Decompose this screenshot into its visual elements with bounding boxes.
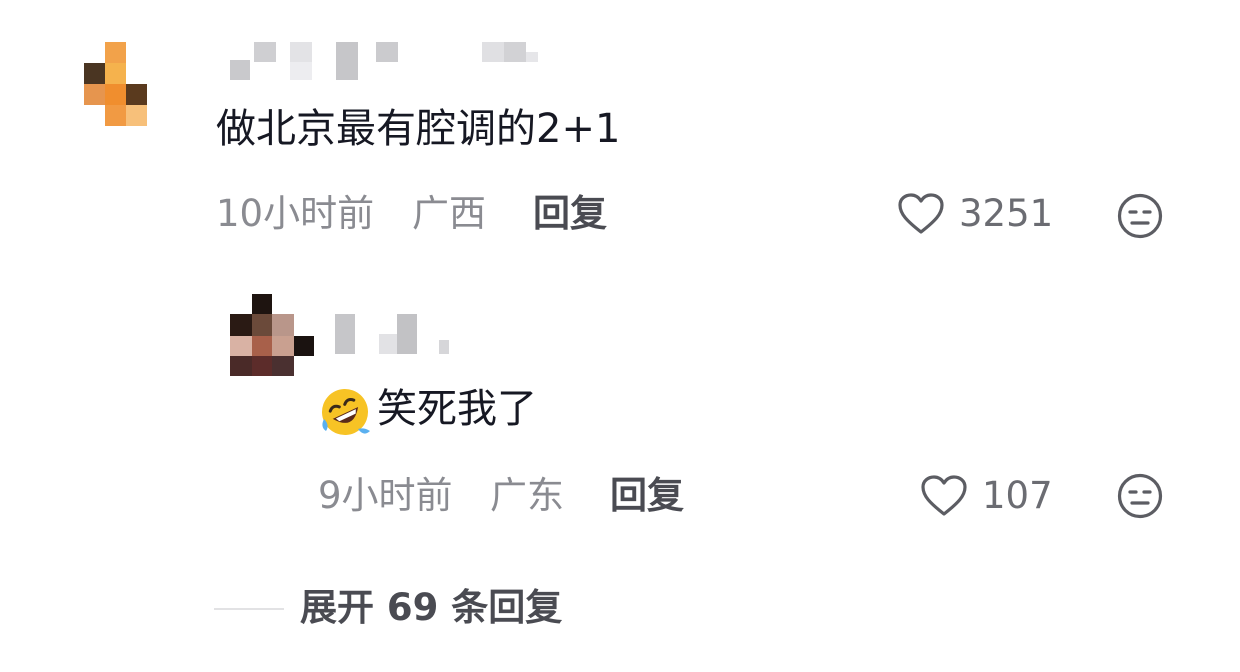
expand-replies-button[interactable]: 展开 69 条回复	[300, 586, 562, 630]
username[interactable]	[230, 42, 560, 84]
like-count: 107	[982, 474, 1053, 517]
reply-text: 笑死我了	[377, 386, 537, 432]
avatar[interactable]	[230, 294, 318, 378]
like-button[interactable]: 3251	[897, 192, 1053, 236]
divider	[214, 608, 284, 610]
reply-button[interactable]: 回复	[610, 474, 684, 518]
heart-outline-icon	[898, 193, 944, 234]
rolling-on-floor-laughing-emoji	[322, 389, 370, 435]
like-button[interactable]: 107	[920, 474, 1053, 518]
neutral-face-icon[interactable]	[1116, 472, 1164, 520]
comment-time: 10小时前	[216, 192, 375, 235]
neutral-face-icon[interactable]	[1116, 192, 1164, 240]
reply-location: 广东	[490, 474, 564, 517]
username[interactable]	[335, 312, 465, 358]
reply-time: 9小时前	[318, 474, 453, 517]
like-count: 3251	[959, 192, 1054, 235]
comment-text: 做北京最有腔调的2+1	[216, 106, 621, 152]
heart-outline-icon	[921, 475, 967, 516]
avatar[interactable]	[84, 42, 148, 128]
comment-location: 广西	[412, 192, 486, 235]
reply-button[interactable]: 回复	[533, 192, 607, 236]
